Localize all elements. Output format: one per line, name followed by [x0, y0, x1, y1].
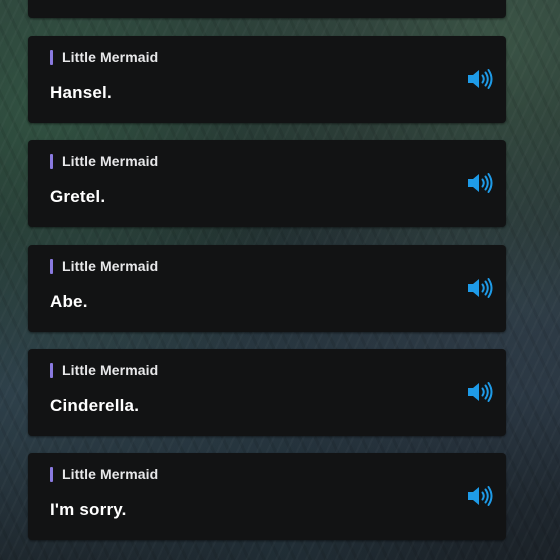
- speaker-tag: Little Mermaid: [50, 153, 158, 169]
- speaker-icon: [468, 382, 493, 402]
- speaker-icon: [468, 486, 493, 506]
- speaker-accent-bar: [50, 466, 53, 482]
- speaker-name: Little Mermaid: [62, 49, 159, 65]
- dialogue-line: Cinderella.: [50, 396, 140, 415]
- speaker-tag: Little Mermaid: [50, 49, 158, 65]
- play-audio-button[interactable]: [466, 171, 496, 195]
- speaker-accent-bar: [50, 258, 53, 274]
- speaker-name: Little Mermaid: [62, 153, 159, 169]
- dialogue-line: Abe.: [50, 292, 88, 311]
- dialogue-card: Little Mermaid Hansel.: [28, 36, 506, 123]
- speaker-tag: Little Mermaid: [50, 258, 158, 274]
- play-audio-button[interactable]: [466, 484, 496, 508]
- speaker-name: Little Mermaid: [62, 466, 159, 482]
- dialogue-line: I'm sorry.: [50, 500, 127, 519]
- speaker-name: Little Mermaid: [62, 362, 159, 378]
- speaker-accent-bar: [50, 49, 53, 65]
- play-audio-button[interactable]: [466, 380, 496, 404]
- speaker-icon: [468, 278, 493, 298]
- dialogue-card: Little Mermaid Abe.: [28, 245, 506, 332]
- dialogue-card-partial: [28, 0, 506, 18]
- speaker-icon: [468, 69, 493, 89]
- dialogue-line: Hansel.: [50, 83, 112, 102]
- dialogue-card: Little Mermaid Gretel.: [28, 140, 506, 227]
- dialogue-line: Gretel.: [50, 187, 106, 206]
- speaker-tag: Little Mermaid: [50, 362, 158, 378]
- speaker-icon: [468, 173, 493, 193]
- speaker-tag: Little Mermaid: [50, 466, 158, 482]
- speaker-accent-bar: [50, 362, 53, 378]
- speaker-name: Little Mermaid: [62, 258, 159, 274]
- dialogue-card: Little Mermaid I'm sorry.: [28, 453, 506, 540]
- speaker-accent-bar: [50, 153, 53, 169]
- play-audio-button[interactable]: [466, 67, 496, 91]
- dialogue-card: Little Mermaid Cinderella.: [28, 349, 506, 436]
- play-audio-button[interactable]: [466, 276, 496, 300]
